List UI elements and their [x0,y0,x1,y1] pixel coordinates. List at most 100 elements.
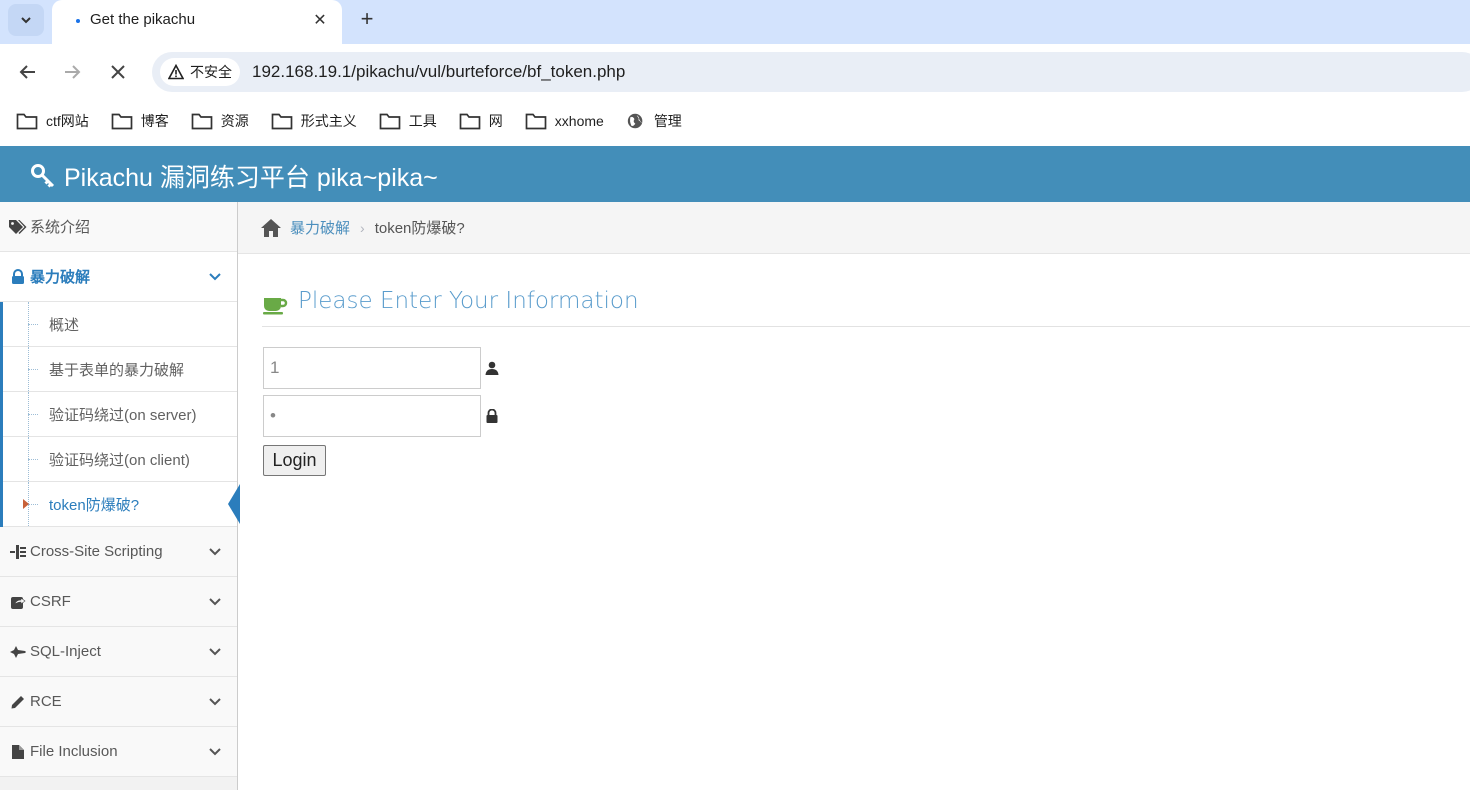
bookmark-item[interactable]: 管理 [626,111,682,131]
breadcrumb: 暴力破解 › token防爆破? [238,202,1470,254]
forward-button[interactable] [58,58,86,86]
warning-icon [168,64,184,80]
browser-tab-strip: Get the pikachu ✕ + [0,0,1470,44]
form-heading: Please Enter Your Information [298,288,639,314]
sidebar-subitem-captcha-server[interactable]: 验证码绕过(on server) [3,392,237,437]
folder-icon [379,113,401,130]
new-tab-button[interactable]: + [354,6,380,32]
browser-toolbar: 不安全 192.168.19.1/pikachu/vul/burteforce/… [0,44,1470,100]
bookmark-label: 资源 [220,113,249,129]
folder-icon [191,113,213,130]
subitem-label: 基于表单的暴力破解 [49,361,185,379]
share-square-icon [8,594,28,610]
bookmark-item[interactable]: 形式主义 [271,111,357,131]
address-bar[interactable]: 不安全 192.168.19.1/pikachu/vul/burteforce/… [152,52,1470,92]
password-input[interactable] [263,395,481,437]
subitem-label: token防爆破? [49,496,140,514]
form-heading-row: Please Enter Your Information [262,288,1470,327]
chevron-down-icon [209,698,221,706]
bookmark-item[interactable]: 资源 [191,111,249,131]
bookmark-item[interactable]: ctf网站 [16,111,89,131]
home-icon[interactable] [260,218,282,238]
sidebar-item-brute-force[interactable]: 暴力破解 [0,252,237,302]
sidebar: 系统介绍 暴力破解 概述 基于表单的暴力破解 验证码绕过(on server) … [0,202,240,790]
sidebar-item-label: RCE [30,693,62,710]
url-text[interactable]: 192.168.19.1/pikachu/vul/burteforce/bf_t… [252,62,625,82]
chevron-down-icon [209,273,221,281]
folder-icon [16,113,38,130]
security-chip[interactable]: 不安全 [160,58,240,86]
bookmark-item[interactable]: 博客 [111,111,169,131]
chevron-right-icon: › [360,219,365,236]
sidebar-item-csrf[interactable]: CSRF [0,577,237,627]
folder-icon [459,113,481,130]
chevron-down-icon [209,748,221,756]
bookmarks-bar: ctf网站 博客 资源 形式主义 工具 网 xxhome 管理 [0,100,1470,142]
lock-icon [8,268,28,285]
lock-icon [486,409,498,423]
username-input[interactable] [263,347,481,389]
chevron-down-icon [209,548,221,556]
sidebar-item-label: Cross-Site Scripting [30,543,163,560]
sidebar-item-intro[interactable]: 系统介绍 [0,202,237,252]
sidebar-item-label: SQL-Inject [30,643,101,660]
tab-search-button[interactable] [8,4,44,36]
bookmark-label: 形式主义 [300,113,357,129]
subitem-label: 概述 [49,316,80,334]
chevron-down-icon [21,17,31,24]
login-button[interactable]: Login [263,445,326,476]
folder-icon [111,113,133,130]
sidebar-subitem-token[interactable]: token防爆破? [3,482,240,527]
sidebar-subitem-form-brute-force[interactable]: 基于表单的暴力破解 [3,347,237,392]
sidebar-item-file-inclusion[interactable]: File Inclusion [0,727,237,777]
close-icon [111,65,125,79]
security-label: 不安全 [190,64,232,80]
sidebar-item-xss[interactable]: Cross-Site Scripting [0,527,237,577]
folder-icon [525,113,547,130]
sidebar-item-label: File Inclusion [30,743,118,760]
bookmark-label: 博客 [140,113,169,129]
globe-icon [627,113,643,129]
close-icon[interactable]: ✕ [310,10,330,30]
bookmark-item[interactable]: 工具 [379,111,437,131]
file-icon [8,744,28,760]
sidebar-item-sql-inject[interactable]: SQL-Inject [0,627,237,677]
bookmark-label: xxhome [554,113,604,129]
arrow-left-icon [19,65,35,79]
brute-force-submenu: 概述 基于表单的暴力破解 验证码绕过(on server) 验证码绕过(on c… [0,302,240,527]
chevron-down-icon [209,598,221,606]
pencil-icon [8,694,28,710]
bookmark-item[interactable]: 网 [459,111,503,131]
active-pointer [228,484,240,524]
sidebar-item-label: 暴力破解 [30,269,91,286]
breadcrumb-link-brute-force[interactable]: 暴力破解 [290,217,350,238]
bookmark-label: 管理 [653,113,682,129]
chevron-down-icon [209,648,221,656]
subitem-label: 验证码绕过(on server) [49,406,197,424]
tab-title: Get the pikachu [90,11,196,28]
back-button[interactable] [14,58,42,86]
breadcrumb-current: token防爆破? [374,220,465,237]
loading-icon [76,19,80,23]
sidebar-item-label: CSRF [30,593,71,610]
brand[interactable]: Pikachu 漏洞练习平台 pika~pika~ [30,158,438,194]
page-header: Pikachu 漏洞练习平台 pika~pika~ [0,146,1470,202]
bookmark-label: 工具 [408,113,437,129]
bookmark-label: ctf网站 [46,113,89,129]
sidebar-subitem-overview[interactable]: 概述 [3,302,237,347]
bookmark-item[interactable]: xxhome [525,112,604,130]
sidebar-subitem-captcha-client[interactable]: 验证码绕过(on client) [3,437,237,482]
caret-right-icon [23,499,29,509]
sidebar-item-label: 系统介绍 [30,219,91,236]
folder-icon [271,113,293,130]
fighter-jet-icon [8,645,28,659]
stop-loading-button[interactable] [104,58,132,86]
arrow-right-icon [65,65,81,79]
brand-title: Pikachu 漏洞练习平台 pika~pika~ [64,164,438,192]
sitemap-icon [8,544,28,560]
browser-tab[interactable]: Get the pikachu ✕ [52,0,342,44]
subitem-label: 验证码绕过(on client) [49,451,190,469]
tags-icon [8,219,28,235]
coffee-cup-icon [263,298,288,315]
sidebar-item-rce[interactable]: RCE [0,677,237,727]
